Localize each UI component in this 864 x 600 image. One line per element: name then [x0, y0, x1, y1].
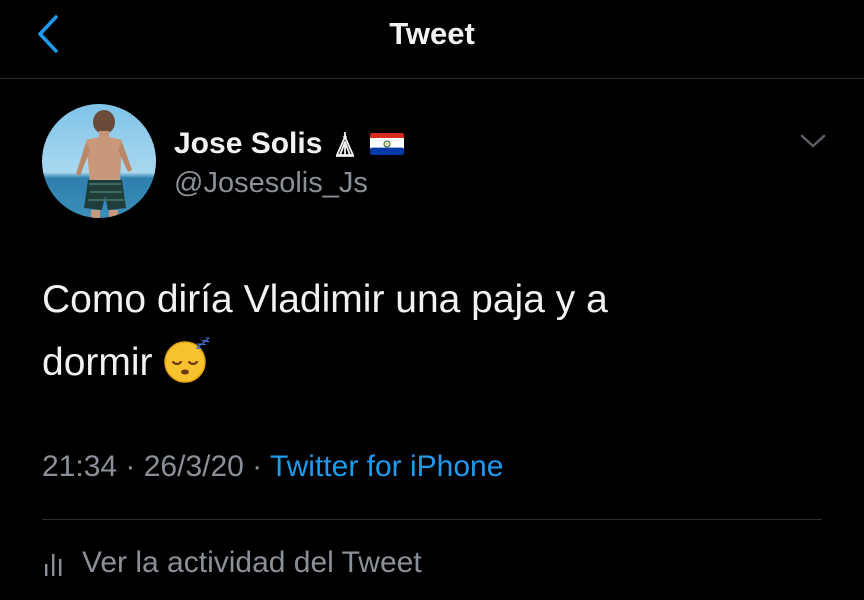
- tweet-text-line-1: Como diría Vladimir una paja y a: [42, 278, 608, 321]
- tweet-time: 21:34: [42, 450, 118, 483]
- tweet-menu-button[interactable]: [798, 132, 828, 152]
- divider: [42, 519, 822, 520]
- page-title: Tweet: [389, 16, 475, 51]
- top-bar: Tweet: [0, 0, 864, 79]
- paraguay-flag-icon: [370, 133, 405, 155]
- tweet-metadata: 21:34 · 26/3/20 · Twitter for iPhone: [42, 450, 503, 484]
- display-name-row[interactable]: Jose Solis: [174, 124, 405, 164]
- meta-separator: ·: [243, 450, 270, 483]
- svg-text:z: z: [205, 337, 210, 344]
- author-handle[interactable]: @Josesolis_Js: [174, 167, 368, 200]
- display-name: Jose Solis: [174, 127, 323, 160]
- tweet-author: Jose Solis @Josesolis_Js: [42, 104, 826, 220]
- avatar-image: [42, 104, 156, 218]
- tweet-text: Como diría Vladimir una paja y a dormir …: [42, 268, 822, 394]
- chevron-down-icon: [800, 134, 826, 148]
- temple-symbol-icon: [336, 132, 355, 157]
- tweet-activity-button[interactable]: Ver la actividad del Tweet: [42, 543, 422, 583]
- tweet-date: 26/3/20: [143, 450, 244, 483]
- meta-separator: ·: [117, 450, 144, 483]
- avatar[interactable]: [42, 104, 156, 218]
- bar-chart-icon: [45, 554, 62, 576]
- tweet-text-line-2: dormir z z z: [42, 331, 822, 394]
- tweet-activity-label: Ver la actividad del Tweet: [82, 546, 422, 579]
- tweet-source-link[interactable]: Twitter for iPhone: [270, 450, 503, 483]
- sleeping-face-emoji: z z z: [163, 337, 210, 383]
- tweet-text-line-2-text: dormir: [42, 341, 153, 384]
